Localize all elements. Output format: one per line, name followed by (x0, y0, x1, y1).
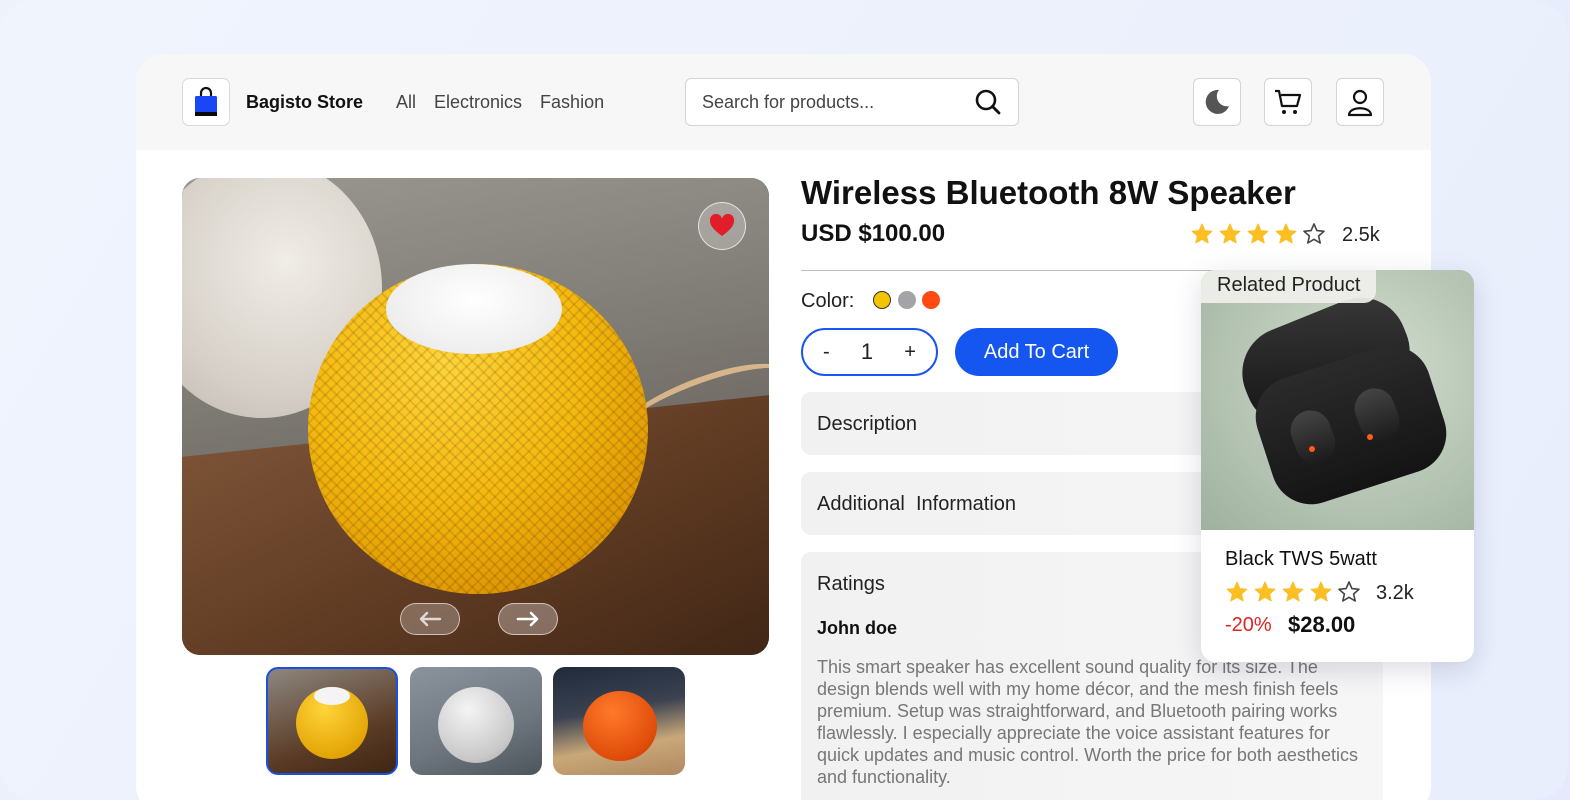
color-swatch-yellow[interactable] (873, 291, 891, 309)
next-image-button[interactable] (498, 603, 558, 635)
theme-toggle-button[interactable] (1193, 78, 1241, 126)
additional-information-label: Additional Information (817, 493, 1017, 515)
arrow-right-icon (516, 611, 539, 627)
nav-item-electronics[interactable]: Electronics (434, 92, 522, 113)
star-filled-icon (1275, 223, 1297, 244)
product-rating-stars (1190, 222, 1326, 246)
related-product-image (1201, 270, 1474, 530)
product-main-image (182, 178, 769, 655)
quantity-stepper: - 1 + (801, 328, 938, 376)
related-product-name[interactable]: Black TWS 5watt (1225, 548, 1377, 571)
star-filled-icon (1219, 223, 1241, 244)
arrow-left-icon (419, 611, 442, 627)
nav-item-all[interactable]: All (396, 92, 416, 113)
related-product-tag: Related Product (1201, 270, 1377, 303)
main-nav: All Electronics Fashion (396, 92, 604, 113)
account-button[interactable] (1336, 78, 1384, 126)
heart-icon (709, 214, 735, 236)
star-empty-icon (1338, 581, 1360, 602)
star-filled-icon (1247, 223, 1269, 244)
search-input[interactable]: Search for products... (685, 78, 1019, 126)
product-rating-count: 2.5k (1342, 224, 1380, 246)
logo[interactable] (182, 78, 230, 126)
star-empty-icon (1303, 223, 1325, 244)
related-rating-stars (1225, 580, 1361, 604)
header: Bagisto Store All Electronics Fashion Se… (136, 54, 1431, 150)
related-price: $28.00 (1288, 612, 1356, 637)
nav-item-fashion[interactable]: Fashion (540, 92, 604, 113)
prev-image-button[interactable] (400, 603, 460, 635)
color-swatch-gray[interactable] (898, 291, 916, 309)
quantity-value[interactable]: 1 (861, 339, 873, 365)
ratings-label: Ratings (817, 573, 885, 595)
store-name[interactable]: Bagisto Store (246, 92, 363, 113)
shopping-bag-icon (195, 86, 217, 116)
description-label: Description (817, 413, 918, 435)
related-product-card[interactable]: Related Product Black TWS 5watt 3.2k -20… (1201, 270, 1474, 662)
star-filled-icon (1226, 581, 1248, 602)
related-discount: -20% (1225, 614, 1272, 636)
star-filled-icon (1191, 223, 1213, 244)
color-swatch-orange[interactable] (922, 291, 940, 309)
star-filled-icon (1310, 581, 1332, 602)
moon-icon (1205, 89, 1229, 114)
cart-button[interactable] (1264, 78, 1312, 126)
cart-icon (1275, 89, 1302, 114)
add-to-cart-button[interactable]: Add To Cart (955, 328, 1118, 376)
review-text: This smart speaker has excellent sound q… (817, 657, 1358, 787)
product-price: USD $100.00 (801, 220, 946, 247)
color-label: Color: (801, 290, 855, 312)
search-icon[interactable] (974, 88, 1002, 116)
quantity-decrease-button[interactable]: - (823, 341, 830, 364)
thumbnail-yellow[interactable] (266, 667, 398, 775)
star-filled-icon (1282, 581, 1304, 602)
quantity-increase-button[interactable]: + (904, 341, 916, 364)
star-filled-icon (1254, 581, 1276, 602)
search-placeholder: Search for products... (702, 92, 875, 112)
related-rating-count: 3.2k (1376, 582, 1414, 604)
thumbnail-orange[interactable] (553, 667, 685, 775)
thumbnail-gray[interactable] (410, 667, 542, 775)
wishlist-button[interactable] (698, 202, 746, 250)
reviewer-name: John doe (817, 618, 897, 638)
product-title: Wireless Bluetooth 8W Speaker (801, 174, 1296, 211)
user-icon (1347, 89, 1373, 117)
